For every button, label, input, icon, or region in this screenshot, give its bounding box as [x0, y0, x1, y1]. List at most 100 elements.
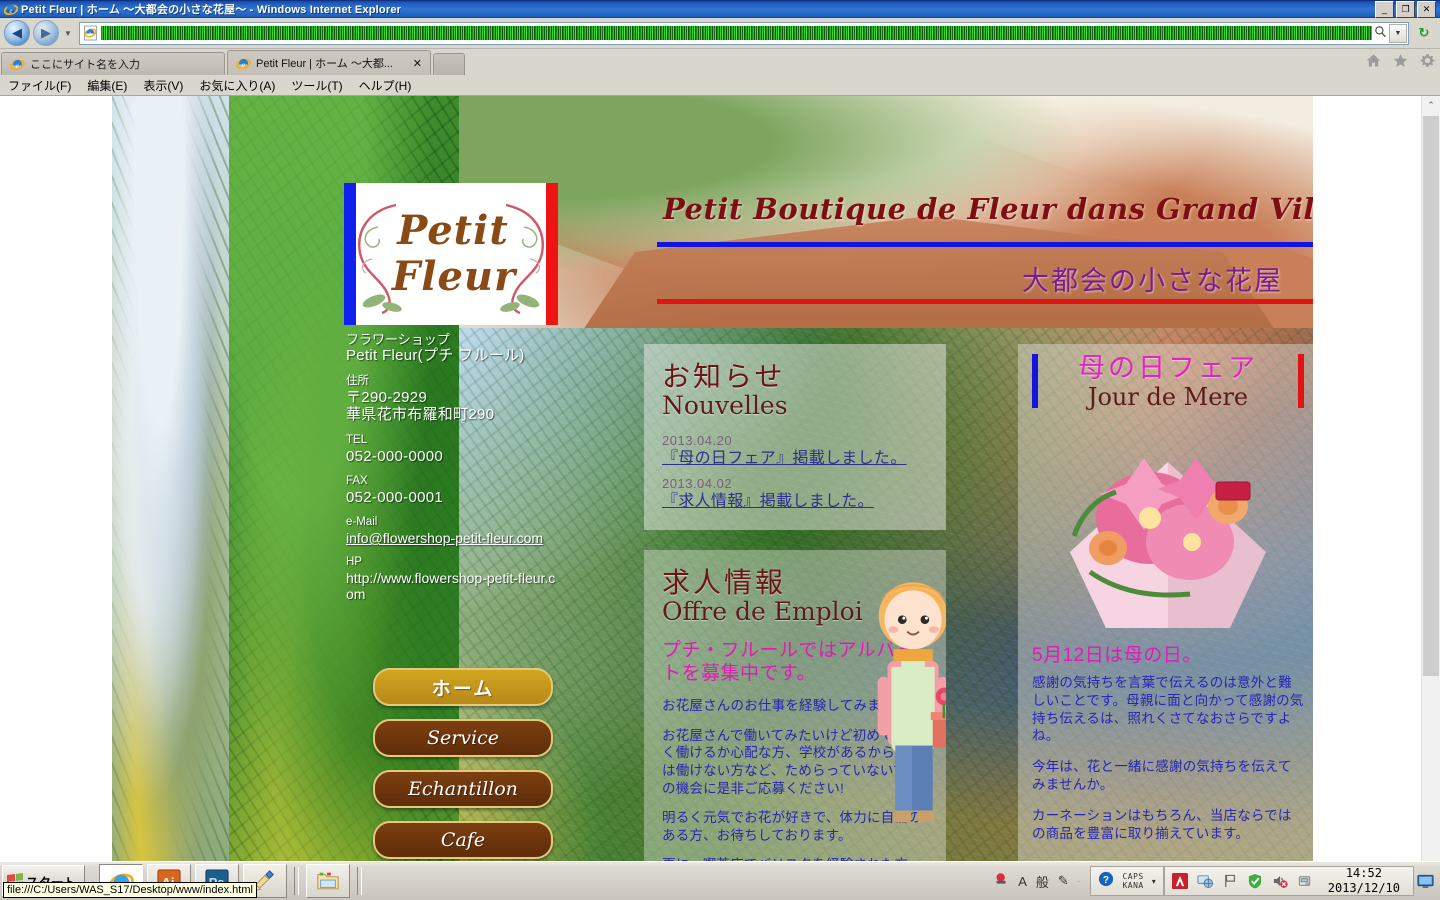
address-dropdown-icon[interactable]: ▼ [1389, 23, 1407, 43]
svg-text:?: ? [1103, 874, 1109, 885]
menu-help[interactable]: ヘルプ(H) [359, 77, 412, 94]
tab-close-icon[interactable]: ✕ [407, 57, 422, 70]
caps-label: CAPS [1122, 871, 1144, 881]
mothersday-paragraph: 今年は、花と一緒に感謝の気持ちを伝えてみませんか。 [1032, 759, 1292, 793]
tray-box: ? CAPS KANA ▾ [1090, 866, 1164, 896]
svg-text:e: e [88, 30, 91, 38]
window-controls: _ ❐ ✕ [1375, 0, 1438, 18]
page-favicon-icon: e [83, 25, 99, 41]
menu-edit[interactable]: 編集(E) [87, 77, 127, 94]
browser-tools [1365, 52, 1436, 75]
scrollbar-track[interactable] [1422, 114, 1440, 882]
menu-tools[interactable]: ツール(T) [291, 77, 342, 94]
ime-mode-a[interactable]: A [1018, 874, 1027, 889]
system-tray: A 般 ✎ · ? CAPS KANA ▾ 14:52 2013/12/10 [984, 866, 1440, 896]
help-icon[interactable]: ? [1098, 871, 1114, 892]
security-shield-icon[interactable] [1247, 873, 1264, 890]
jobs-panel: 求人情報 Offre de Emploi プチ・フルールではアルバイトを募集中で… [644, 550, 946, 900]
ime-balloon-icon[interactable] [994, 872, 1009, 890]
site-root: Petit Boutique de Fleur dans Grand Villa… [112, 96, 1313, 900]
tel-label: TEL [346, 433, 368, 446]
mothersday-title: 5月12日は母の日。 [1032, 645, 1202, 666]
news-heading-fr: Nouvelles [662, 390, 788, 420]
mothersday-paragraph: 感謝の気持ちを言葉で伝えるのは意外と難しいことです。母親に面と向かって感謝の気持… [1032, 675, 1304, 744]
scroll-up-button[interactable]: ⌃ [1422, 96, 1440, 114]
taskbar-clock[interactable]: 14:52 2013/12/10 [1322, 866, 1406, 896]
restore-button[interactable]: ❐ [1396, 0, 1415, 18]
mothersday-body: 感謝の気持ちを言葉で伝えるのは意外と難しいことです。母親に面と向かって感謝の気持… [1032, 674, 1304, 856]
tray-expand-icon[interactable]: ▾ [1152, 877, 1156, 886]
flag-icon[interactable] [1222, 873, 1239, 890]
tools-gear-icon[interactable] [1419, 52, 1436, 72]
tab-new-site[interactable]: e ここにサイト名を入力 [1, 52, 225, 75]
news-link[interactable]: 『母の日フェア』掲載しました。 [662, 449, 930, 470]
address-input[interactable] [100, 26, 1372, 40]
svg-text:e: e [9, 7, 12, 15]
notification-area: 14:52 2013/12/10 [1163, 866, 1414, 896]
ime-language-bar[interactable]: A 般 ✎ · [984, 872, 1090, 891]
mothersday-heading-fr: Jour de Mere [1087, 382, 1249, 411]
site-logo[interactable]: Petit Fleur [344, 183, 558, 325]
nav-item-home[interactable]: ホーム [373, 668, 553, 706]
tab-petit-fleur[interactable]: e Petit Fleur | ホーム ～大都... ✕ [227, 50, 431, 75]
home-icon[interactable] [1365, 52, 1382, 72]
history-dropdown-icon[interactable]: ▼ [62, 29, 74, 38]
search-icon[interactable] [1372, 25, 1389, 41]
shop-homepage[interactable]: http://www.flowershop-petit-fleur.com [346, 570, 562, 602]
main-column: お知らせ Nouvelles 2013.04.20 『母の日フェア』掲載しました… [644, 344, 946, 900]
logo-line-1: Petit [397, 207, 509, 254]
address-bar[interactable]: e ▼ [78, 21, 1409, 45]
left-edge-photo [112, 96, 230, 900]
menu-file[interactable]: ファイル(F) [8, 77, 71, 94]
news-link[interactable]: 『求人情報』掲載しました。 [662, 492, 930, 513]
news-item: 2013.04.02 『求人情報』掲載しました。 [662, 476, 930, 513]
browser-navigation-bar: ◀ ▶ ▼ e ▼ ↻ [0, 18, 1440, 49]
shop-info: フラワーショップ Petit Fleur(プチ フルール) 住所 〒290-29… [346, 332, 562, 602]
adobe-icon[interactable] [1172, 873, 1189, 890]
news-panel: お知らせ Nouvelles 2013.04.20 『母の日フェア』掲載しました… [644, 344, 946, 530]
florist-mascot-illustration [877, 582, 946, 823]
header-title: Petit Boutique de Fleur dans Grand Villa [663, 192, 1313, 226]
fax-label: FAX [346, 475, 368, 488]
close-button[interactable]: ✕ [1417, 0, 1436, 18]
safely-remove-icon[interactable] [1297, 873, 1314, 890]
taskbar-separator [357, 867, 363, 895]
back-button[interactable]: ◀ [4, 20, 30, 46]
mothersday-heading: 母の日フェア Jour de Mere [1018, 344, 1313, 426]
shop-kind: フラワーショップ [346, 332, 450, 347]
address-label: 住所 [346, 375, 369, 388]
minimize-button[interactable]: _ [1375, 0, 1394, 18]
nav-item-cafe[interactable]: Cafe [373, 821, 553, 859]
web-page: Petit Boutique de Fleur dans Grand Villa… [0, 96, 1421, 900]
window-titlebar: e Petit Fleur | ホーム ～大都会の小さな花屋～ - Window… [0, 0, 1440, 18]
ime-style-general[interactable]: 般 [1036, 872, 1049, 891]
shop-name: Petit Fleur(プチ フルール) [346, 347, 525, 365]
vertical-scrollbar[interactable]: ⌃ ⌄ [1421, 96, 1440, 900]
new-tab-button[interactable] [433, 53, 465, 75]
ie-tab-icon: e [236, 56, 251, 71]
news-list: 2013.04.20 『母の日フェア』掲載しました。 2013.04.02 『求… [662, 433, 930, 513]
ie-tab-icon: e [10, 57, 25, 72]
nav-item-service[interactable]: Service [373, 719, 553, 757]
forward-button[interactable]: ▶ [33, 20, 59, 46]
show-desktop-icon[interactable] [1414, 869, 1436, 893]
shop-email-link[interactable]: info@flowershop-petit-fleur.com [346, 530, 562, 546]
refresh-button[interactable]: ↻ [1412, 21, 1436, 45]
hp-label: HP [346, 556, 362, 569]
shop-postal: 〒290-2929 [346, 388, 428, 406]
nav-item-echantillon[interactable]: Echantillon [373, 770, 553, 808]
ime-pen-icon[interactable]: ✎ [1058, 873, 1069, 889]
network-icon[interactable] [1197, 873, 1214, 890]
menu-view[interactable]: 表示(V) [143, 77, 183, 94]
taskbar-folder-icon[interactable] [306, 864, 351, 898]
scrollbar-thumb[interactable] [1423, 116, 1439, 676]
menu-favorites[interactable]: お気に入り(A) [199, 77, 275, 94]
caps-kana-indicator[interactable]: CAPS KANA [1122, 872, 1143, 890]
ime-dot-icon: · [1077, 876, 1081, 886]
favorites-star-icon[interactable] [1392, 52, 1409, 72]
news-item: 2013.04.20 『母の日フェア』掲載しました。 [662, 433, 930, 470]
blue-bar [1032, 354, 1038, 408]
volume-muted-icon[interactable] [1272, 873, 1289, 890]
browser-viewport: Petit Boutique de Fleur dans Grand Villa… [0, 96, 1440, 900]
shop-fax: 052-000-0001 [346, 488, 444, 506]
